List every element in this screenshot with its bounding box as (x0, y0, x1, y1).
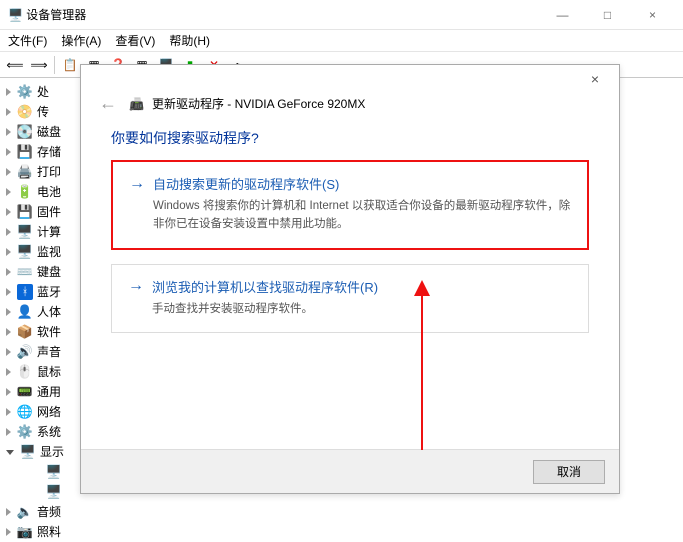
tree-label: 鼠标 (37, 362, 61, 382)
tree-item[interactable]: 🔈音频 (6, 502, 683, 522)
tree-label: 通用 (37, 382, 61, 402)
device-icon: 🖥️ (46, 484, 62, 500)
device-icon: 👤 (17, 304, 33, 320)
device-icon: 💾 (17, 144, 33, 160)
maximize-button[interactable]: □ (585, 0, 630, 30)
tree-label: 固件 (37, 202, 61, 222)
device-icon: 📀 (17, 104, 33, 120)
tree-label: 系统 (37, 422, 61, 442)
tree-label: 处 (37, 82, 49, 102)
device-icon: 🖥️ (46, 464, 62, 480)
tree-label: 键盘 (37, 262, 61, 282)
option-browse-desc: 手动查找并安装驱动程序软件。 (128, 296, 572, 318)
update-driver-dialog: × ← 📠 更新驱动程序 - NVIDIA GeForce 920MX 你要如何… (80, 64, 620, 494)
device-icon: 📦 (17, 324, 33, 340)
tree-label: 计算 (37, 222, 61, 242)
device-icon: ⌨️ (17, 264, 33, 280)
menu-help[interactable]: 帮助(H) (169, 32, 210, 49)
device-icon: 🖥️ (17, 224, 33, 240)
device-icon: ⚙️ (17, 424, 33, 440)
option-browse-title: 浏览我的计算机以查找驱动程序软件(R) (152, 277, 378, 296)
option-auto-desc: Windows 将搜索你的计算机和 Internet 以获取适合你设备的最新驱动… (129, 193, 571, 234)
device-icon: 🔈 (17, 504, 33, 520)
tree-label: 显示 (40, 442, 64, 462)
menu-bar: 文件(F) 操作(A) 查看(V) 帮助(H) (0, 30, 683, 52)
app-icon: 🖥️ (8, 8, 23, 22)
device-icon: 🌐 (17, 404, 33, 420)
device-icon: 🖨️ (17, 164, 33, 180)
tree-label: 传 (37, 102, 49, 122)
tree-label: 磁盘 (37, 122, 61, 142)
tree-label: 照料 (37, 522, 61, 542)
window-title: 设备管理器 (26, 6, 86, 23)
device-icon: 🔋 (17, 184, 33, 200)
nav-back-icon[interactable]: ⟸ (4, 54, 26, 76)
device-icon: 💾 (17, 204, 33, 220)
device-icon: ⚙️ (17, 84, 33, 100)
device-icon: 📟 (17, 384, 33, 400)
device-icon: 🔊 (17, 344, 33, 360)
tree-label: 存储 (37, 142, 61, 162)
tree-label: 监视 (37, 242, 61, 262)
tree-label: 软件 (37, 322, 61, 342)
arrow-right-icon: → (129, 175, 145, 193)
device-icon: 🖥️ (17, 244, 33, 260)
dialog-question: 你要如何搜索驱动程序? (81, 122, 619, 160)
menu-action[interactable]: 操作(A) (61, 32, 101, 49)
arrow-right-icon: → (128, 277, 144, 295)
tree-label: 声音 (37, 342, 61, 362)
tree-label: 网络 (37, 402, 61, 422)
close-button[interactable]: × (630, 0, 675, 30)
tree-label: 蓝牙 (37, 282, 61, 302)
tree-label: 打印 (37, 162, 61, 182)
tree-label: 音频 (37, 502, 61, 522)
option-auto-title: 自动搜索更新的驱动程序软件(S) (153, 174, 339, 193)
dialog-back-icon[interactable]: ← (95, 93, 121, 114)
device-icon: 💽 (17, 124, 33, 140)
device-icon: 🖥️ (20, 444, 36, 460)
dialog-close-button[interactable]: × (579, 69, 611, 89)
option-auto-search[interactable]: → 自动搜索更新的驱动程序软件(S) Windows 将搜索你的计算机和 Int… (111, 160, 589, 250)
device-icon: 📷 (17, 524, 33, 540)
dialog-title: 更新驱动程序 - NVIDIA GeForce 920MX (152, 95, 365, 112)
cancel-button[interactable]: 取消 (533, 460, 605, 484)
device-icon: ᚼ (17, 284, 33, 300)
menu-file[interactable]: 文件(F) (8, 32, 47, 49)
menu-view[interactable]: 查看(V) (115, 32, 155, 49)
tree-item[interactable]: 📷照料 (6, 522, 683, 542)
tree-label: 人体 (37, 302, 61, 322)
option-browse[interactable]: → 浏览我的计算机以查找驱动程序软件(R) 手动查找并安装驱动程序软件。 (111, 264, 589, 333)
tb-icon[interactable]: 📋 (59, 54, 81, 76)
device-icon: 🖱️ (17, 364, 33, 380)
pci-card-icon: 📠 (129, 97, 144, 111)
nav-fwd-icon[interactable]: ⟹ (28, 54, 50, 76)
minimize-button[interactable]: — (540, 0, 585, 30)
window-titlebar: 🖥️ 设备管理器 — □ × (0, 0, 683, 30)
tree-label: 电池 (37, 182, 61, 202)
